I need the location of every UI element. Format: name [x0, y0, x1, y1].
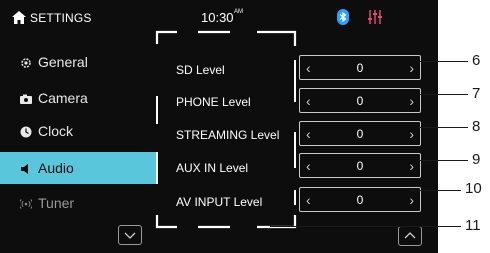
callout-number: 10 — [465, 180, 482, 197]
sidebar-item-label: General — [38, 54, 88, 70]
sidebar-item-tuner[interactable]: Tuner — [0, 187, 158, 219]
av-input-level-stepper[interactable]: ‹ 0 › — [299, 187, 421, 212]
aux-in-level-label: AUX IN Level — [176, 161, 249, 175]
av-input-level-label: AV INPUT Level — [176, 195, 263, 209]
callout-number: 7 — [472, 85, 481, 102]
scroll-up-button[interactable] — [398, 226, 422, 246]
callout-number: 9 — [472, 151, 481, 168]
head-unit-screen: SETTINGS 10:30 AM General Camera Clock A… — [0, 0, 438, 253]
sd-level-stepper[interactable]: ‹ 0 › — [299, 55, 421, 80]
callout-number: 6 — [472, 52, 481, 69]
chevron-right-icon[interactable]: › — [409, 158, 414, 174]
av-input-level-value: 0 — [356, 193, 364, 207]
sd-level-value: 0 — [356, 61, 364, 75]
sidebar-item-general[interactable]: General — [0, 46, 158, 78]
streaming-level-label: STREAMING Level — [176, 128, 280, 142]
antenna-icon — [18, 197, 34, 209]
streaming-level-value: 0 — [356, 127, 364, 141]
streaming-level-stepper[interactable]: ‹ 0 › — [299, 121, 421, 146]
sidebar-item-label: Clock — [38, 123, 74, 139]
callout-leader — [418, 94, 468, 95]
chevron-right-icon[interactable]: › — [409, 126, 414, 142]
chevron-right-icon[interactable]: › — [409, 93, 414, 109]
callout-leader — [418, 127, 468, 128]
callout-leader — [409, 190, 461, 191]
clock-icon — [20, 125, 32, 138]
callout-leader — [418, 160, 468, 161]
sidebar: General Camera Clock Audio Tuner — [0, 44, 160, 253]
sidebar-item-label: Audio — [38, 160, 74, 176]
sidebar-item-label: Tuner — [38, 195, 75, 211]
home-icon[interactable] — [12, 11, 26, 29]
sidebar-item-label: Camera — [38, 90, 88, 106]
aux-in-level-value: 0 — [356, 159, 364, 173]
phone-level-label: PHONE Level — [176, 95, 251, 109]
chevron-right-icon[interactable]: › — [409, 192, 414, 208]
speaker-icon — [20, 162, 32, 174]
callout-leader — [418, 61, 468, 62]
clock-time: 10:30 — [201, 10, 234, 25]
chevron-up-icon — [404, 232, 416, 239]
scroll-down-button[interactable] — [118, 225, 142, 245]
sidebar-item-clock[interactable]: Clock — [0, 115, 158, 147]
sidebar-item-audio[interactable]: Audio — [0, 152, 158, 184]
gear-icon — [20, 56, 32, 68]
chevron-right-icon[interactable]: › — [409, 60, 414, 76]
equalizer-icon[interactable] — [368, 9, 382, 30]
aux-in-level-stepper[interactable]: ‹ 0 › — [299, 153, 421, 178]
sidebar-item-camera[interactable]: Camera — [0, 82, 158, 114]
phone-level-stepper[interactable]: ‹ 0 › — [299, 88, 421, 113]
page-title: SETTINGS — [30, 11, 92, 25]
clock-ampm: AM — [234, 9, 243, 15]
camera-icon — [20, 92, 32, 104]
sd-level-label: SD Level — [176, 63, 225, 77]
callout-number: 8 — [472, 118, 481, 135]
bluetooth-icon — [337, 9, 349, 25]
chevron-down-icon — [124, 232, 136, 239]
callout-number: 11 — [465, 217, 481, 234]
callout-leader — [270, 226, 461, 227]
phone-level-value: 0 — [356, 94, 364, 108]
